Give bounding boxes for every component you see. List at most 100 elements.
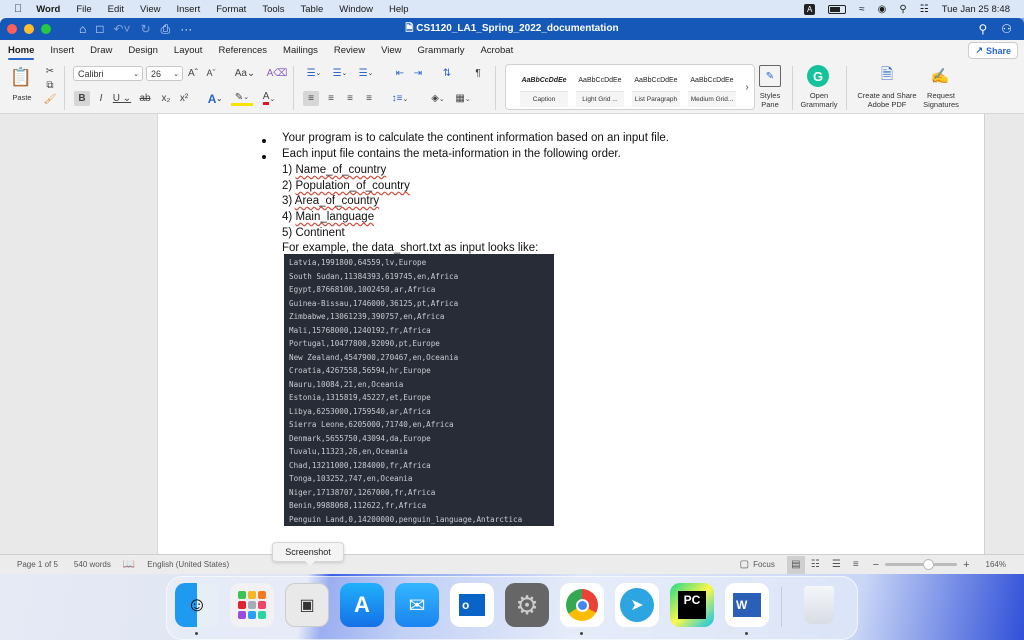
style-caption[interactable]: AaBbCcDdEe Caption xyxy=(520,69,568,107)
tab-layout[interactable]: Layout xyxy=(166,40,211,60)
maximize-window-button[interactable] xyxy=(41,24,51,34)
open-grammarly-button[interactable]: Open Grammarly xyxy=(796,91,842,109)
font-size-dropdown[interactable]: 26 ⌄ xyxy=(146,66,183,81)
zoom-level[interactable]: 164% xyxy=(986,560,1006,569)
format-painter-icon[interactable]: 🖌 xyxy=(44,93,57,105)
menu-edit[interactable]: Edit xyxy=(100,4,132,15)
tab-grammarly[interactable]: Grammarly xyxy=(409,40,472,60)
grow-font-icon[interactable]: Aˆ xyxy=(187,66,199,80)
redo-icon[interactable]: ↻ xyxy=(141,22,151,36)
zoom-out-button[interactable]: − xyxy=(873,559,879,571)
search-icon[interactable]: ⚲ xyxy=(978,22,987,36)
print-icon[interactable]: ⎙ xyxy=(161,22,171,37)
highlight-color-button[interactable]: ✎ ⌄ xyxy=(231,91,253,106)
word-count[interactable]: 540 words xyxy=(74,560,111,569)
dock-system-preferences[interactable]: ⚙ xyxy=(505,583,549,627)
more-icon[interactable]: ··· xyxy=(180,22,192,36)
request-signatures-button[interactable]: Request Signatures xyxy=(918,91,964,109)
battery-icon[interactable] xyxy=(828,4,847,14)
datetime[interactable]: Tue Jan 25 8:48 xyxy=(942,4,1010,15)
zoom-slider-thumb[interactable] xyxy=(923,559,935,570)
dock-app-store[interactable]: A xyxy=(340,583,384,627)
tab-acrobat[interactable]: Acrobat xyxy=(472,40,521,60)
dock-pycharm[interactable]: PC xyxy=(670,583,714,627)
create-adobe-pdf-button[interactable]: Create and Share Adobe PDF xyxy=(852,91,922,109)
undo-icon[interactable]: ↶˅ xyxy=(114,22,131,36)
zoom-slider[interactable] xyxy=(885,559,958,570)
styles-pane-icon[interactable]: ✎ xyxy=(759,65,781,87)
align-left-button[interactable]: ≡ xyxy=(303,91,319,106)
tab-draw[interactable]: Draw xyxy=(82,40,120,60)
zoom-in-button[interactable]: + xyxy=(963,559,969,571)
collaborate-icon[interactable]: ⚇ xyxy=(1001,22,1012,36)
menu-table[interactable]: Table xyxy=(293,4,332,15)
text-effects-button[interactable]: A ⌄ xyxy=(204,91,226,106)
focus-button[interactable]: ▢ Focus xyxy=(740,559,775,570)
align-right-button[interactable]: ≡ xyxy=(343,91,357,106)
styles-pane-button[interactable]: Styles Pane xyxy=(752,91,788,109)
tab-insert[interactable]: Insert xyxy=(42,40,82,60)
grammarly-icon[interactable]: G xyxy=(807,65,829,87)
strikethrough-button[interactable]: ab xyxy=(138,91,152,106)
align-center-button[interactable]: ≡ xyxy=(324,91,338,106)
borders-button[interactable]: ▦ ⌄ xyxy=(452,91,474,106)
input-source-icon[interactable]: A xyxy=(804,3,816,15)
increase-indent-button[interactable]: ⇥ xyxy=(412,66,424,80)
wifi-icon[interactable]: ≈ xyxy=(859,4,865,15)
apple-menu-icon[interactable]:  xyxy=(0,3,32,15)
tab-review[interactable]: Review xyxy=(326,40,373,60)
share-button[interactable]: ↗ Share xyxy=(968,42,1018,59)
adobe-pdf-icon[interactable]: 🗎 xyxy=(877,65,897,87)
menu-view[interactable]: View xyxy=(132,4,168,15)
proofing-icon[interactable]: 📖 xyxy=(123,559,135,570)
web-layout-icon[interactable]: ☷ xyxy=(811,559,820,570)
signature-icon[interactable]: ✍ xyxy=(929,65,951,87)
font-color-button[interactable]: A ⌄ xyxy=(258,91,280,106)
dock-telegram[interactable]: ➤ xyxy=(615,583,659,627)
clear-formatting-icon[interactable]: A⌫ xyxy=(267,66,288,80)
dock-launchpad[interactable] xyxy=(230,583,274,627)
menu-insert[interactable]: Insert xyxy=(168,4,208,15)
document-page[interactable]: Your program is to calculate the contine… xyxy=(157,114,985,554)
font-name-dropdown[interactable]: Calibri ⌄ xyxy=(73,66,143,81)
home-icon[interactable]: ⌂ xyxy=(79,22,86,36)
style-light-grid[interactable]: AaBbCcDdEe Light Grid ... xyxy=(576,69,624,107)
cut-icon[interactable]: ✂ xyxy=(44,65,56,77)
menu-help[interactable]: Help xyxy=(381,4,417,15)
subscript-button[interactable]: x₂ xyxy=(160,91,172,106)
dock-trash[interactable] xyxy=(797,583,841,627)
save-icon[interactable]: □ xyxy=(96,22,103,36)
dock-finder[interactable]: ☺ xyxy=(175,583,219,635)
show-formatting-button[interactable]: ¶ xyxy=(472,66,484,80)
style-list-paragraph[interactable]: AaBbCcDdEe List Paragraph xyxy=(632,69,680,107)
spotlight-icon[interactable]: ⚲ xyxy=(899,4,906,15)
dock-word[interactable]: W xyxy=(725,583,769,635)
shading-button[interactable]: ◈ ⌄ xyxy=(428,91,448,106)
page-count[interactable]: Page 1 of 5 xyxy=(17,560,58,569)
bullets-button[interactable]: ☰ ⌄ xyxy=(304,66,324,80)
menu-app-name[interactable]: Word xyxy=(32,4,68,15)
underline-button[interactable]: U ⌄ xyxy=(112,91,132,106)
bold-button[interactable]: B xyxy=(74,91,90,106)
change-case-button[interactable]: Aa ⌄ xyxy=(234,66,256,80)
paste-icon[interactable]: 📋 xyxy=(10,66,32,88)
tab-references[interactable]: References xyxy=(210,40,275,60)
line-spacing-button[interactable]: ↕≡ ⌄ xyxy=(390,91,410,106)
dock-outlook[interactable]: o xyxy=(450,583,494,627)
decrease-indent-button[interactable]: ⇤ xyxy=(394,66,406,80)
menu-window[interactable]: Window xyxy=(331,4,381,15)
print-layout-icon[interactable]: ▤ xyxy=(786,555,805,574)
menu-tools[interactable]: Tools xyxy=(254,4,292,15)
user-icon[interactable]: ◉ xyxy=(878,4,887,15)
superscript-button[interactable]: x² xyxy=(178,91,190,106)
menu-format[interactable]: Format xyxy=(208,4,254,15)
shrink-font-icon[interactable]: Aˇ xyxy=(205,66,217,80)
menu-file[interactable]: File xyxy=(68,4,99,15)
dock-mail[interactable]: ✉ xyxy=(395,583,439,627)
dock-screenshot[interactable]: ▣ xyxy=(285,583,329,627)
italic-button[interactable]: I xyxy=(95,91,107,106)
tab-design[interactable]: Design xyxy=(120,40,166,60)
close-window-button[interactable] xyxy=(7,24,17,34)
justify-button[interactable]: ≡ xyxy=(362,91,376,106)
outline-icon[interactable]: ☰ xyxy=(832,559,841,570)
